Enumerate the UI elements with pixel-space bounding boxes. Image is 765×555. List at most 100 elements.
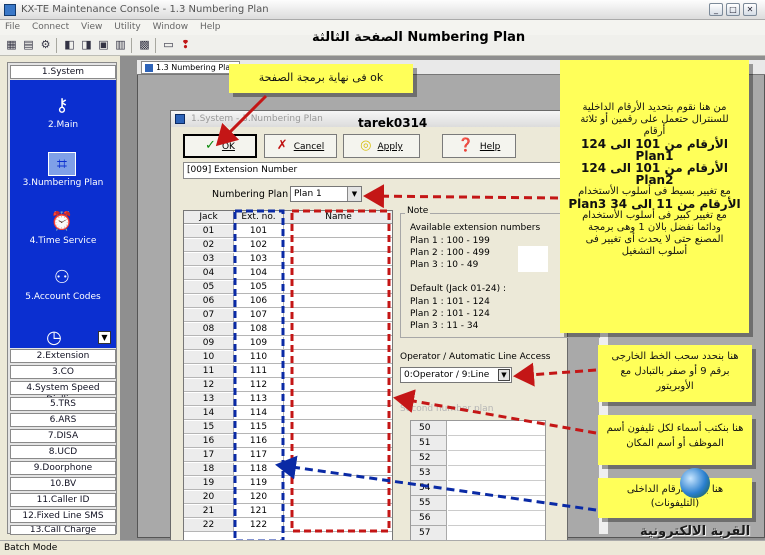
name-cell[interactable] [284, 253, 392, 266]
extension-number-cell[interactable]: 120 [234, 491, 284, 504]
menu-utility[interactable]: Utility [109, 20, 144, 32]
numbering-icon[interactable]: ⌗ [48, 152, 76, 176]
extension-number-cell[interactable]: 101 [234, 225, 284, 238]
second-plan-value-cell[interactable] [448, 436, 545, 451]
extension-number-cell[interactable]: 107 [234, 309, 284, 322]
close-button[interactable]: ✕ [743, 3, 757, 16]
clock-alt-icon[interactable]: ◷ [40, 326, 68, 350]
menu-connect[interactable]: Connect [27, 20, 73, 32]
name-cell[interactable] [284, 365, 392, 378]
dropdown-arrow-icon[interactable]: ▼ [347, 187, 361, 201]
extension-number-cell[interactable]: 122 [234, 519, 284, 532]
extension-number-cell[interactable]: 103 [234, 253, 284, 266]
extension-number-cell[interactable]: 105 [234, 281, 284, 294]
name-cell[interactable] [284, 477, 392, 490]
name-cell[interactable] [284, 323, 392, 336]
name-cell[interactable] [284, 295, 392, 308]
extension-number-cell[interactable]: 113 [234, 393, 284, 406]
print-icon[interactable]: ▭ [161, 38, 176, 52]
menu-window[interactable]: Window [148, 20, 193, 32]
name-cell[interactable] [284, 281, 392, 294]
name-cell[interactable] [284, 421, 392, 434]
monitor-icon[interactable]: ▩ [137, 38, 152, 52]
name-cell[interactable] [284, 379, 392, 392]
clock-icon[interactable]: ⏰ [48, 210, 76, 234]
extension-number-cell[interactable]: 110 [234, 351, 284, 364]
sidebar-category-co[interactable]: 3.CO [10, 365, 116, 379]
download-icon[interactable]: ▥ [113, 38, 128, 52]
name-cell[interactable] [284, 393, 392, 406]
extension-number-cell[interactable]: 112 [234, 379, 284, 392]
name-cell[interactable] [284, 435, 392, 448]
extension-number-cell[interactable]: 104 [234, 267, 284, 280]
extension-number-cell[interactable]: 117 [234, 449, 284, 462]
name-cell[interactable] [284, 449, 392, 462]
sidebar-item-numbering-plan[interactable]: 3.Numbering Plan [10, 178, 116, 188]
second-plan-value-cell[interactable] [448, 511, 545, 526]
sidebar-scroll-down-button[interactable]: ▼ [98, 331, 111, 344]
ok-button[interactable]: ✓ OK [183, 134, 257, 158]
sidebar-category-disa[interactable]: 7.DISA [10, 429, 116, 443]
help-button[interactable]: ❓ Help [442, 134, 516, 158]
numbering-plan-select[interactable]: Plan 1 ▼ [290, 186, 362, 202]
second-plan-value-cell[interactable] [448, 451, 545, 466]
name-cell[interactable] [284, 463, 392, 476]
sidebar-category-trs[interactable]: 5.TRS [10, 397, 116, 411]
name-cell[interactable] [284, 239, 392, 252]
sidebar-category-bv[interactable]: 10.BV [10, 477, 116, 491]
mdi-tab-numbering-plan[interactable]: 1.3 Numbering Plan [141, 61, 241, 74]
name-cell[interactable] [284, 309, 392, 322]
menu-view[interactable]: View [76, 20, 106, 32]
dropdown-arrow-icon[interactable]: ▼ [498, 369, 510, 381]
sidebar-item-time-service[interactable]: 4.Time Service [10, 236, 116, 246]
name-cell[interactable] [284, 407, 392, 420]
second-plan-value-cell[interactable] [448, 481, 545, 496]
menu-help[interactable]: Help [195, 20, 225, 32]
name-cell[interactable] [284, 505, 392, 518]
sidebar-category-ucd[interactable]: 8.UCD [10, 445, 116, 459]
extension-number-cell[interactable]: 118 [234, 463, 284, 476]
sidebar-category-caller-id[interactable]: 11.Caller ID [10, 493, 116, 507]
sidebar-system-button[interactable]: 1.System [10, 65, 116, 79]
help-icon[interactable]: ❢ [178, 38, 193, 52]
sidebar-item-main[interactable]: 2.Main [10, 120, 116, 130]
extension-number-cell[interactable]: 106 [234, 295, 284, 308]
extension-number-cell[interactable]: 114 [234, 407, 284, 420]
maximize-button[interactable]: □ [726, 3, 740, 16]
second-plan-value-cell[interactable] [448, 496, 545, 511]
name-cell[interactable] [284, 225, 392, 238]
name-cell[interactable] [284, 491, 392, 504]
sidebar-category-doorphone[interactable]: 9.Doorphone [10, 461, 116, 475]
operator-select[interactable]: 0:Operator / 9:Line ▼ [400, 367, 512, 383]
extension-number-cell[interactable]: 115 [234, 421, 284, 434]
sidebar-category-ars[interactable]: 6.ARS [10, 413, 116, 427]
second-plan-value-cell[interactable] [448, 466, 545, 481]
extension-number-cell[interactable]: 102 [234, 239, 284, 252]
open-icon[interactable]: ▤ [21, 38, 36, 52]
name-cell[interactable] [284, 267, 392, 280]
second-plan-value-cell[interactable] [448, 421, 545, 436]
sidebar-item-account-codes[interactable]: 5.Account Codes [10, 292, 116, 302]
upload-icon[interactable]: ▣ [96, 38, 111, 52]
second-plan-value-cell[interactable] [448, 526, 545, 541]
extension-number-cell[interactable]: 109 [234, 337, 284, 350]
name-cell[interactable] [284, 519, 392, 532]
new-icon[interactable]: ▦ [4, 38, 19, 52]
apply-button[interactable]: ◎ Apply [343, 134, 420, 158]
key-icon[interactable]: ⚷ [48, 94, 76, 118]
connect-icon[interactable]: ◧ [62, 38, 77, 52]
sidebar-category-extension[interactable]: 2.Extension [10, 349, 116, 363]
disconnect-icon[interactable]: ◨ [79, 38, 94, 52]
menu-file[interactable]: File [0, 20, 24, 32]
minimize-button[interactable]: _ [709, 3, 723, 16]
settings-icon[interactable]: ⚙ [38, 38, 53, 52]
sidebar-category-speed-dialling[interactable]: 4.System Speed Dialling [10, 381, 116, 405]
name-cell[interactable] [284, 337, 392, 350]
extension-number-cell[interactable]: 119 [234, 477, 284, 490]
extension-number-cell[interactable]: 121 [234, 505, 284, 518]
cancel-button[interactable]: ✗ Cancel [264, 134, 337, 158]
account-icon[interactable]: ⚇ [48, 266, 76, 290]
name-cell[interactable] [284, 351, 392, 364]
sidebar-category-call-charge[interactable]: 13.Call Charge [10, 525, 116, 535]
extension-number-cell[interactable]: 116 [234, 435, 284, 448]
